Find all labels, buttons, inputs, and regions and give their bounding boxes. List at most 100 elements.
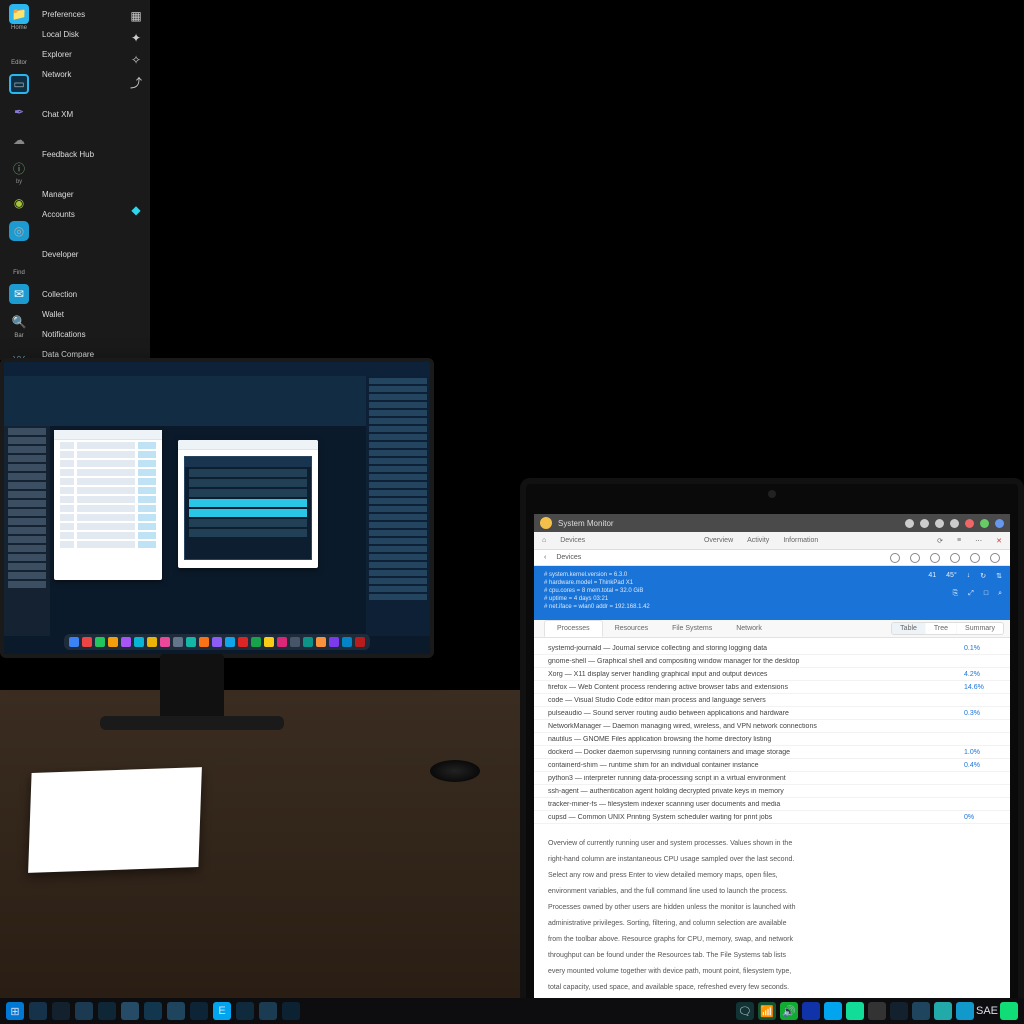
app12-icon[interactable] xyxy=(282,1002,300,1020)
app10-icon[interactable] xyxy=(236,1002,254,1020)
start-app-item[interactable]: Network xyxy=(40,64,118,84)
dock-app-icon[interactable] xyxy=(186,637,196,647)
tools-icon[interactable]: ✧ xyxy=(128,52,144,68)
tab-filesystems[interactable]: File Systems xyxy=(660,620,724,637)
tray9-icon[interactable] xyxy=(912,1002,930,1020)
start-app-item[interactable] xyxy=(40,224,118,244)
titlebar-button-icon[interactable] xyxy=(950,519,959,528)
tray2-icon[interactable]: 📶 xyxy=(758,1002,776,1020)
app5-icon[interactable] xyxy=(121,1002,139,1020)
dock-app-icon[interactable] xyxy=(199,637,209,647)
process-row[interactable]: nautilus — GNOME Files application brows… xyxy=(534,733,1010,746)
tab-processes[interactable]: Processes xyxy=(544,620,603,637)
start-app-item[interactable]: Notifications xyxy=(40,324,118,344)
app1-icon[interactable] xyxy=(29,1002,47,1020)
help-icon[interactable] xyxy=(970,553,980,563)
titlebar-button-icon[interactable] xyxy=(905,519,914,528)
titlebar-button-icon[interactable] xyxy=(995,519,1004,528)
app6-icon[interactable] xyxy=(144,1002,162,1020)
start-app-item[interactable]: Preferences xyxy=(40,4,118,24)
toolbar-item[interactable]: Activity xyxy=(747,537,769,544)
dock-app-icon[interactable] xyxy=(355,637,365,647)
close-icon[interactable]: ✕ xyxy=(996,537,1002,545)
settings-icon[interactable]: ✦ xyxy=(128,30,144,46)
start-left-item[interactable]: ▭ xyxy=(2,74,36,94)
tray10-icon[interactable] xyxy=(934,1002,952,1020)
start-left-item[interactable]: ✒ xyxy=(2,102,36,122)
refresh-icon[interactable]: ↻ xyxy=(980,572,986,580)
start-app-item[interactable]: Feedback Hub xyxy=(40,144,118,164)
start-app-item[interactable]: Wallet xyxy=(40,304,118,324)
start-left-item[interactable]: ✉ xyxy=(2,284,36,304)
menu-icon[interactable]: ≡ xyxy=(957,537,961,544)
expand-icon[interactable]: ⤢ xyxy=(968,590,974,598)
start-left-item[interactable]: Find xyxy=(2,249,36,276)
dock-app-icon[interactable] xyxy=(316,637,326,647)
copy-icon[interactable]: ⎘ xyxy=(953,590,959,598)
dock-app-icon[interactable] xyxy=(225,637,235,647)
app2-icon[interactable] xyxy=(52,1002,70,1020)
titlebar-button-icon[interactable] xyxy=(965,519,974,528)
start-app-item[interactable] xyxy=(40,164,118,184)
tray1-icon[interactable]: 🗨 xyxy=(736,1002,754,1020)
home-icon[interactable]: ⌂ xyxy=(542,537,546,544)
start-left-item[interactable]: ☁ xyxy=(2,130,36,150)
app7-icon[interactable] xyxy=(167,1002,185,1020)
tab-network[interactable]: Network xyxy=(724,620,774,637)
start-app-item[interactable] xyxy=(40,84,118,104)
window-titlebar[interactable]: System Monitor xyxy=(534,514,1010,532)
process-row[interactable]: pulseaudio — Sound server routing audio … xyxy=(534,707,1010,720)
toolbar-item[interactable]: Information xyxy=(783,537,818,544)
columns-icon[interactable] xyxy=(950,553,960,563)
tray3-icon[interactable]: 🔊 xyxy=(780,1002,798,1020)
window-icon[interactable]: □ xyxy=(984,590,988,598)
app3-icon[interactable] xyxy=(75,1002,93,1020)
dock-app-icon[interactable] xyxy=(329,637,339,647)
start-left-item[interactable]: ◎ xyxy=(2,221,36,241)
tray5-icon[interactable] xyxy=(824,1002,842,1020)
tray8-icon[interactable] xyxy=(890,1002,908,1020)
start-left-item[interactable]: Editor xyxy=(2,39,36,66)
nested-window-preview[interactable] xyxy=(178,440,318,568)
transfer-icon[interactable]: ⇅ xyxy=(996,572,1002,580)
titlebar-button-icon[interactable] xyxy=(920,519,929,528)
process-row[interactable]: code — Visual Studio Code editor main pr… xyxy=(534,694,1010,707)
dock-app-icon[interactable] xyxy=(173,637,183,647)
process-row[interactable]: cupsd — Common UNIX Printing System sche… xyxy=(534,811,1010,824)
process-row[interactable]: firefox — Web Content process rendering … xyxy=(534,681,1010,694)
toolbar-item[interactable]: Overview xyxy=(704,537,733,544)
app8-icon[interactable] xyxy=(190,1002,208,1020)
dock-app-icon[interactable] xyxy=(342,637,352,647)
process-row[interactable]: tracker-miner-fs — filesystem indexer sc… xyxy=(534,798,1010,811)
dock-app-icon[interactable] xyxy=(238,637,248,647)
grid-icon[interactable]: ▦ xyxy=(128,8,144,24)
segment-tree[interactable]: Tree xyxy=(926,623,956,634)
dock-app-icon[interactable] xyxy=(69,637,79,647)
dock-app-icon[interactable] xyxy=(108,637,118,647)
refresh-icon[interactable]: ⟳ xyxy=(937,537,943,545)
process-row[interactable]: Xorg — X11 display server handling graph… xyxy=(534,668,1010,681)
dock-app-icon[interactable] xyxy=(160,637,170,647)
tray7-icon[interactable] xyxy=(868,1002,886,1020)
dock-app-icon[interactable] xyxy=(277,637,287,647)
download-icon[interactable]: ↓ xyxy=(967,572,971,580)
dock-app-icon[interactable] xyxy=(82,637,92,647)
settings-icon[interactable] xyxy=(990,553,1000,563)
monitor-dock[interactable] xyxy=(64,634,370,650)
process-row[interactable]: gnome-shell — Graphical shell and compos… xyxy=(534,655,1010,668)
dock-app-icon[interactable] xyxy=(95,637,105,647)
filter-icon[interactable] xyxy=(930,553,940,563)
dock-app-icon[interactable] xyxy=(264,637,274,647)
titlebar-button-icon[interactable] xyxy=(980,519,989,528)
start-app-item[interactable] xyxy=(40,264,118,284)
toolbar-breadcrumb[interactable]: Devices xyxy=(560,537,585,544)
dock-app-icon[interactable] xyxy=(147,637,157,647)
dock-app-icon[interactable] xyxy=(134,637,144,647)
start-left-item[interactable]: 🔍Bar xyxy=(2,312,36,339)
process-row[interactable]: systemd-journald — Journal service colle… xyxy=(534,642,1010,655)
back-icon[interactable]: ‹ xyxy=(544,554,546,561)
tray4-icon[interactable] xyxy=(802,1002,820,1020)
start-app-item[interactable]: Explorer xyxy=(40,44,118,64)
search-icon[interactable]: ⌕ xyxy=(998,590,1002,598)
tray-text[interactable]: SAE xyxy=(978,1002,996,1020)
